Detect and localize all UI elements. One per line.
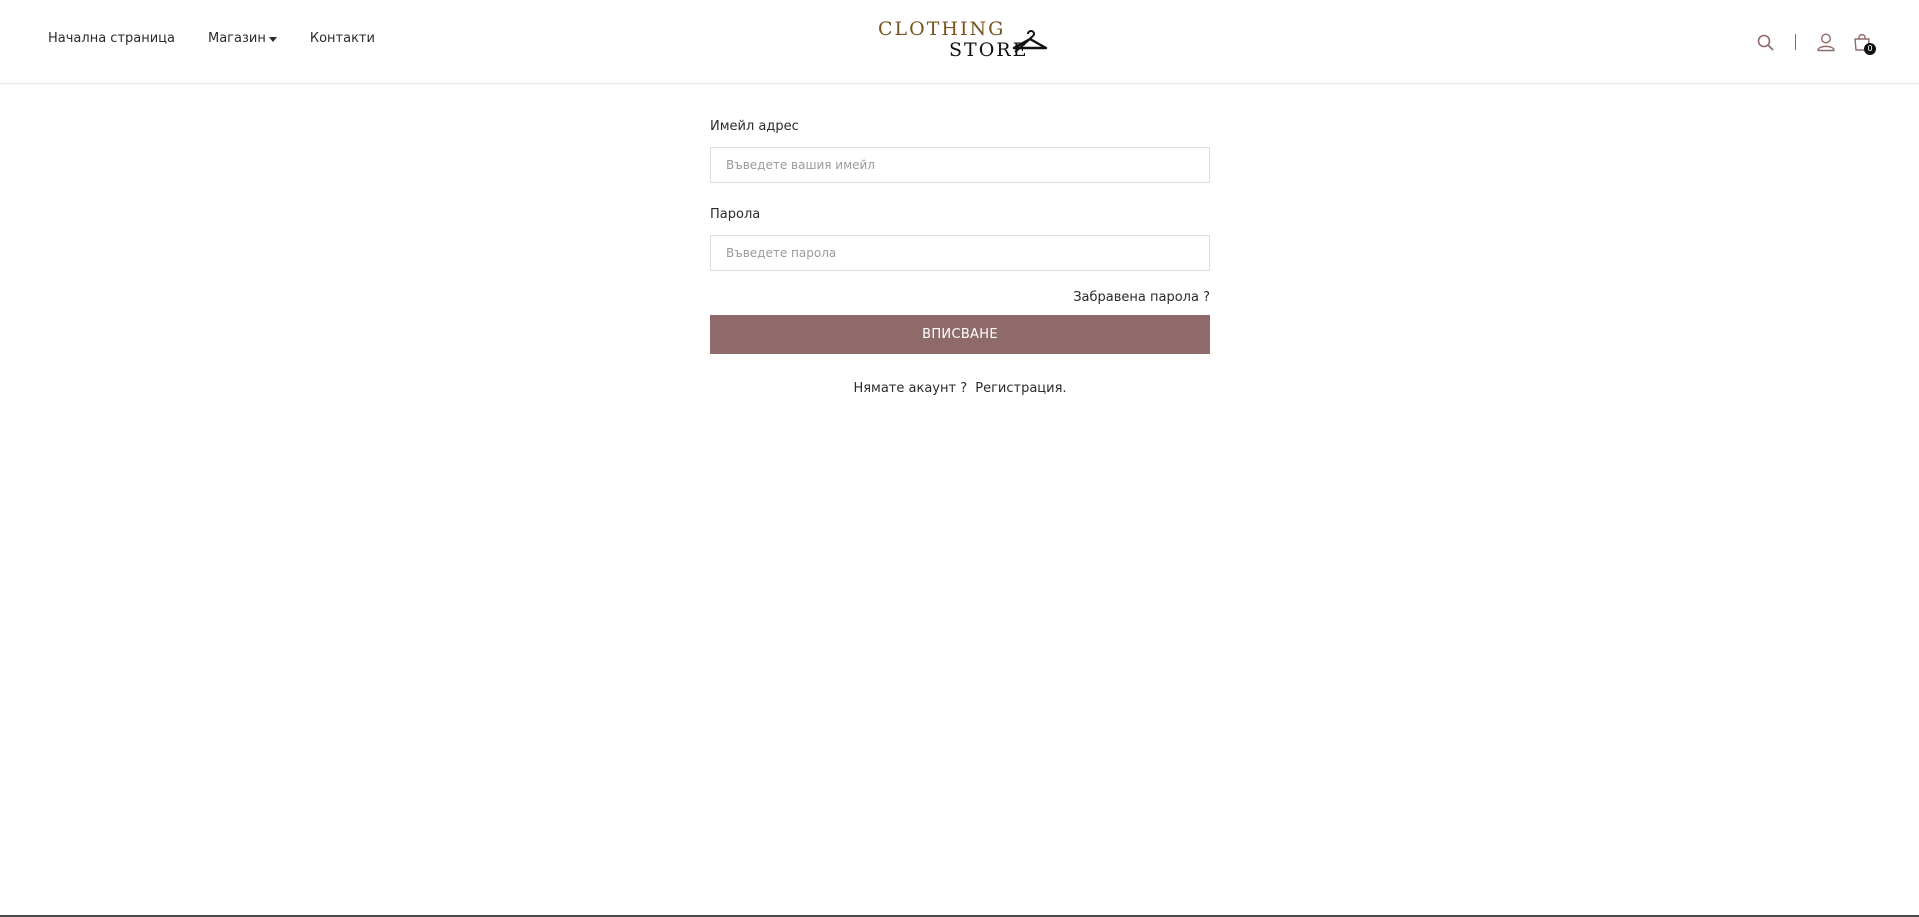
nav-home-link[interactable]: Начална страница xyxy=(48,31,175,46)
store-logo[interactable]: CLOTHING STORE xyxy=(878,18,1048,64)
nav-shop-dropdown[interactable]: Магазин xyxy=(208,31,277,46)
nav-contacts-link[interactable]: Контакти xyxy=(310,31,375,46)
password-label: Парола xyxy=(710,207,761,222)
user-icon[interactable] xyxy=(1814,30,1838,54)
logo-line-1: CLOTHING xyxy=(878,18,1006,40)
header-icons: 0 xyxy=(1753,29,1876,55)
nav-home-label: Начална страница xyxy=(48,31,175,46)
login-submit-button[interactable]: ВПИСВАНЕ xyxy=(710,315,1210,354)
header-divider xyxy=(1795,34,1796,50)
register-row: Нямате акаунт ? Регистрация. xyxy=(710,381,1210,396)
site-header: Начална страница Магазин Контакти CLOTHI… xyxy=(0,0,1919,84)
search-icon[interactable] xyxy=(1753,30,1777,54)
hanger-icon xyxy=(1012,30,1048,53)
no-account-text: Нямате акаунт ? xyxy=(853,381,968,396)
forgot-password-link[interactable]: Забравена парола ? xyxy=(710,290,1210,305)
nav-shop-label: Магазин xyxy=(208,31,266,46)
cart-icon[interactable]: 0 xyxy=(1850,30,1876,55)
caret-down-icon xyxy=(268,36,277,42)
nav-contacts-label: Контакти xyxy=(309,31,375,46)
login-form: Имейл адрес Парола Забравена парола ? ВП… xyxy=(710,117,1210,396)
email-field[interactable] xyxy=(710,147,1210,183)
password-field[interactable] xyxy=(710,235,1210,271)
main-nav: Начална страница Магазин Контакти xyxy=(48,31,375,46)
email-label: Имейл адрес xyxy=(710,119,799,134)
cart-count-badge: 0 xyxy=(1864,43,1876,55)
register-link[interactable]: Регистрация. xyxy=(975,381,1066,396)
